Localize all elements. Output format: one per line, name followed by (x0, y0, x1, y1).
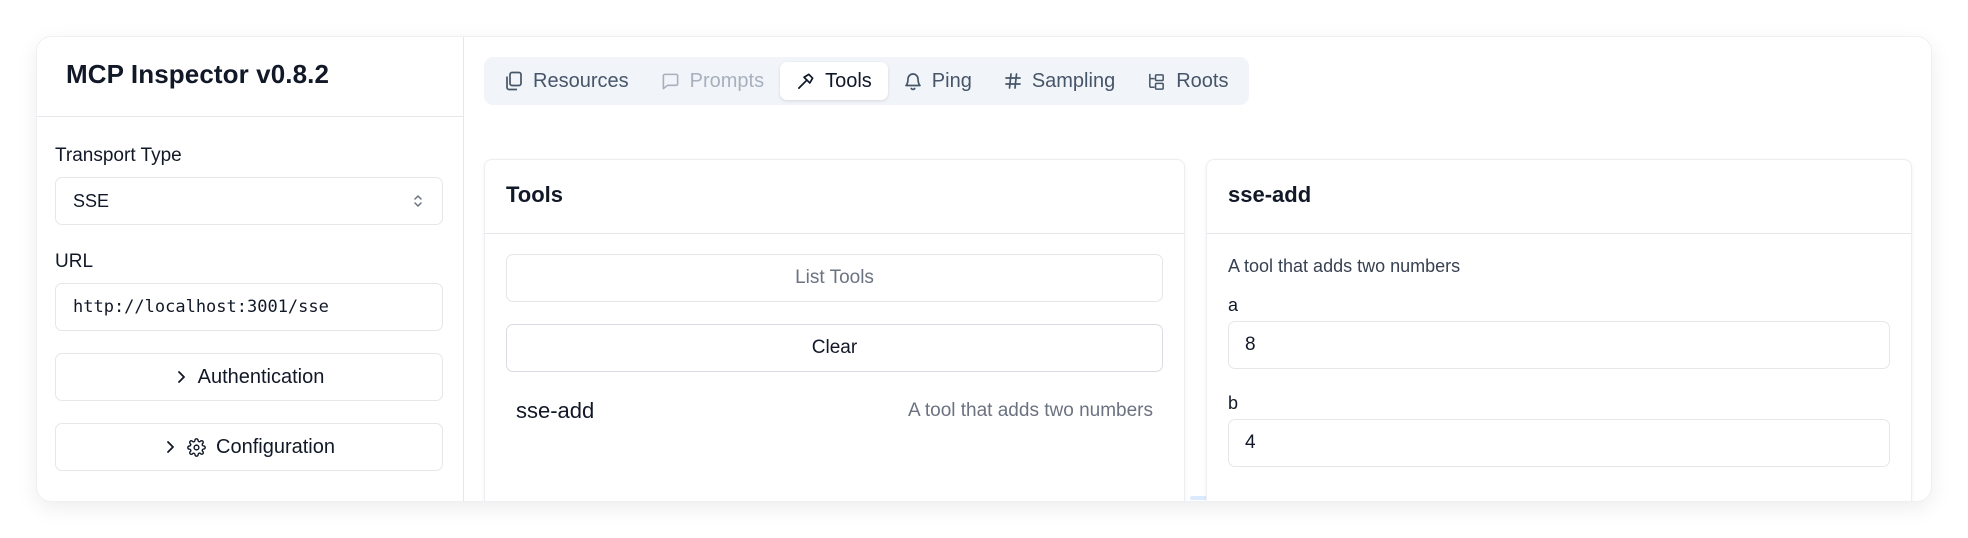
sidebar-header: MCP Inspector v0.8.2 (37, 37, 463, 117)
folder-tree-icon (1147, 72, 1166, 91)
hash-icon (1004, 72, 1022, 90)
authentication-button[interactable]: Authentication (55, 353, 443, 401)
param-a-input[interactable]: 8 (1228, 321, 1890, 369)
param-a-label: a (1228, 295, 1239, 315)
files-icon (505, 71, 523, 91)
tab-label: Tools (825, 69, 872, 92)
url-label: URL (55, 251, 94, 272)
tool-detail-description: A tool that adds two numbers (1228, 256, 1461, 276)
chevron-right-icon (174, 370, 188, 384)
tab-prompts[interactable]: Prompts (645, 62, 780, 100)
tab-sampling[interactable]: Sampling (988, 62, 1131, 100)
configuration-button[interactable]: Configuration (55, 423, 443, 471)
chevrons-up-down-icon (412, 193, 424, 209)
tools-panel-title: Tools (485, 160, 1184, 234)
transport-type-value: SSE (73, 190, 110, 211)
transport-type-label: Transport Type (55, 145, 182, 166)
bell-icon (904, 71, 922, 91)
tool-description: A tool that adds two numbers (907, 400, 1153, 421)
tab-ping[interactable]: Ping (888, 62, 988, 100)
hammer-icon (796, 72, 815, 91)
param-b-input[interactable]: 4 (1228, 419, 1890, 467)
tool-list-item[interactable]: sse-add A tool that adds two numbers (506, 398, 1163, 424)
connection-settings: Transport Type SSE URL http://localhost:… (37, 145, 463, 471)
tool-name: sse-add (516, 398, 595, 423)
tab-label: Ping (931, 69, 972, 92)
tab-label: Sampling (1031, 69, 1116, 92)
param-b-value: 4 (1245, 432, 1256, 453)
tab-label: Roots (1176, 69, 1229, 92)
authentication-label: Authentication (197, 365, 325, 388)
tool-detail-panel: sse-add A tool that adds two numbers a 8… (1206, 159, 1912, 501)
url-input[interactable]: http://localhost:3001/sse (55, 283, 443, 331)
transport-type-select[interactable]: SSE (55, 177, 443, 225)
settings-gear-icon (187, 437, 206, 457)
app-title: MCP Inspector v0.8.2 (66, 59, 330, 89)
tab-bar: Resources Prompts Tools Ping Sampling Ro… (484, 57, 1250, 105)
clear-button[interactable]: Clear (506, 324, 1163, 372)
list-tools-button[interactable]: List Tools (506, 254, 1163, 302)
tab-label: Resources (533, 69, 629, 92)
sidebar: MCP Inspector v0.8.2 Transport Type SSE … (37, 37, 464, 501)
tab-roots[interactable]: Roots (1131, 62, 1244, 100)
tools-panel: Tools List Tools Clear sse-add A tool th… (484, 159, 1185, 501)
tab-label: Prompts (689, 69, 765, 92)
tab-resources[interactable]: Resources (489, 62, 645, 100)
inspector-window: MCP Inspector v0.8.2 Transport Type SSE … (37, 37, 1931, 501)
param-a-value: 8 (1245, 334, 1256, 355)
param-b-label: b (1228, 393, 1239, 413)
main-area: Resources Prompts Tools Ping Sampling Ro… (464, 37, 1931, 501)
tab-tools[interactable]: Tools (780, 62, 888, 100)
chevron-right-icon (163, 440, 177, 454)
configuration-label: Configuration (216, 435, 335, 458)
message-square-icon (661, 72, 680, 91)
tool-detail-title: sse-add (1207, 160, 1911, 234)
url-value: http://localhost:3001/sse (73, 297, 329, 317)
